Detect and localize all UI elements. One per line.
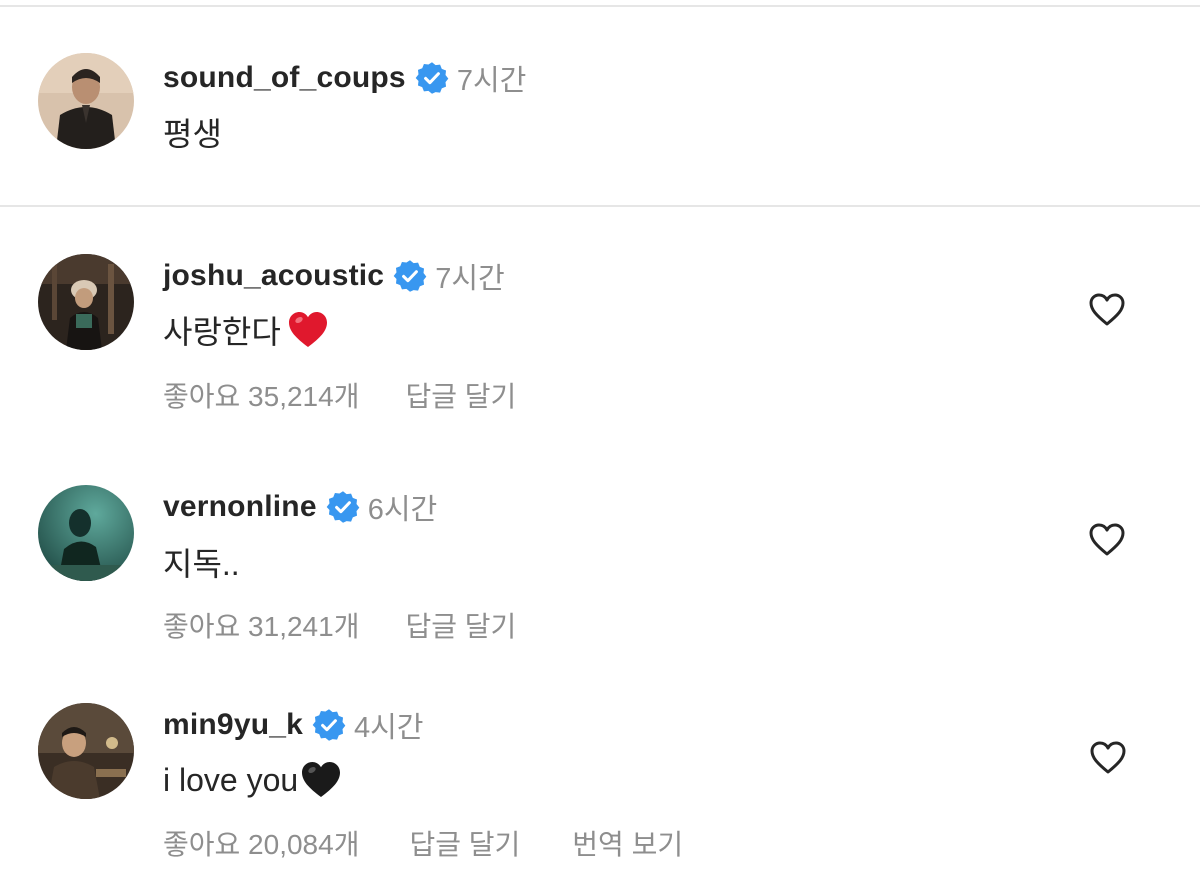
comment-3-timestamp: 4시간: [354, 712, 424, 744]
caption-header: sound_of_coups 7시간: [163, 59, 526, 97]
comment-3-like-heart-icon[interactable]: [1088, 738, 1128, 778]
verified-badge-icon: [312, 708, 346, 742]
comment-3-header: min9yu_k 4시간: [163, 706, 424, 744]
comment-3-actions: 좋아요 20,084개 답글 달기 번역 보기: [163, 823, 683, 860]
comment-2-header: vernonline 6시간: [163, 488, 437, 526]
comment-1-header: joshu_acoustic 7시간: [163, 257, 505, 295]
avatar-comment-2[interactable]: [38, 485, 134, 581]
comment-1-timestamp: 7시간: [435, 263, 505, 295]
avatar-comment-3[interactable]: [38, 703, 134, 799]
comment-2-likes-count[interactable]: 좋아요 31,241개: [163, 605, 359, 642]
comment-1-text-row: 사랑한다: [163, 306, 329, 354]
comment-1-text: 사랑한다: [163, 314, 281, 350]
verified-badge-icon: [415, 61, 449, 95]
comment-1-likes-count[interactable]: 좋아요 35,214개: [163, 375, 359, 412]
comment-2-text-row: 지독..: [163, 538, 240, 586]
comment-3-likes-count[interactable]: 좋아요 20,084개: [163, 823, 359, 860]
red-heart-icon: [287, 310, 329, 350]
caption-divider: [0, 205, 1200, 207]
comment-3-text-row: i love you: [163, 756, 342, 804]
caption-text: 평생: [163, 116, 222, 152]
comment-2-actions: 좋아요 31,241개 답글 달기: [163, 605, 516, 642]
avatar-caption-author[interactable]: [38, 53, 134, 149]
comment-3-reply-button[interactable]: 답글 달기: [409, 823, 520, 860]
verified-badge-icon: [393, 259, 427, 293]
comment-1-username[interactable]: joshu_acoustic: [163, 259, 384, 293]
comment-3-translate-button[interactable]: 번역 보기: [572, 823, 683, 860]
comment-2-like-heart-icon[interactable]: [1087, 520, 1127, 560]
comment-3-text: i love you: [163, 761, 299, 798]
comment-2-text: 지독..: [163, 546, 240, 582]
comment-2-timestamp: 6시간: [367, 494, 438, 526]
avatar-comment-1[interactable]: [38, 254, 134, 350]
caption-timestamp: 7시간: [456, 65, 527, 97]
top-divider: [0, 5, 1200, 7]
verified-badge-icon: [326, 490, 360, 524]
comment-2-reply-button[interactable]: 답글 달기: [405, 605, 516, 642]
comment-1-reply-button[interactable]: 답글 달기: [405, 375, 516, 412]
comment-1-like-heart-icon[interactable]: [1087, 290, 1127, 330]
comment-2-username[interactable]: vernonline: [163, 490, 317, 524]
caption-username[interactable]: sound_of_coups: [163, 61, 406, 95]
black-heart-icon: [300, 760, 342, 800]
comment-3-username[interactable]: min9yu_k: [163, 708, 303, 742]
comment-1-actions: 좋아요 35,214개 답글 달기: [163, 375, 516, 412]
